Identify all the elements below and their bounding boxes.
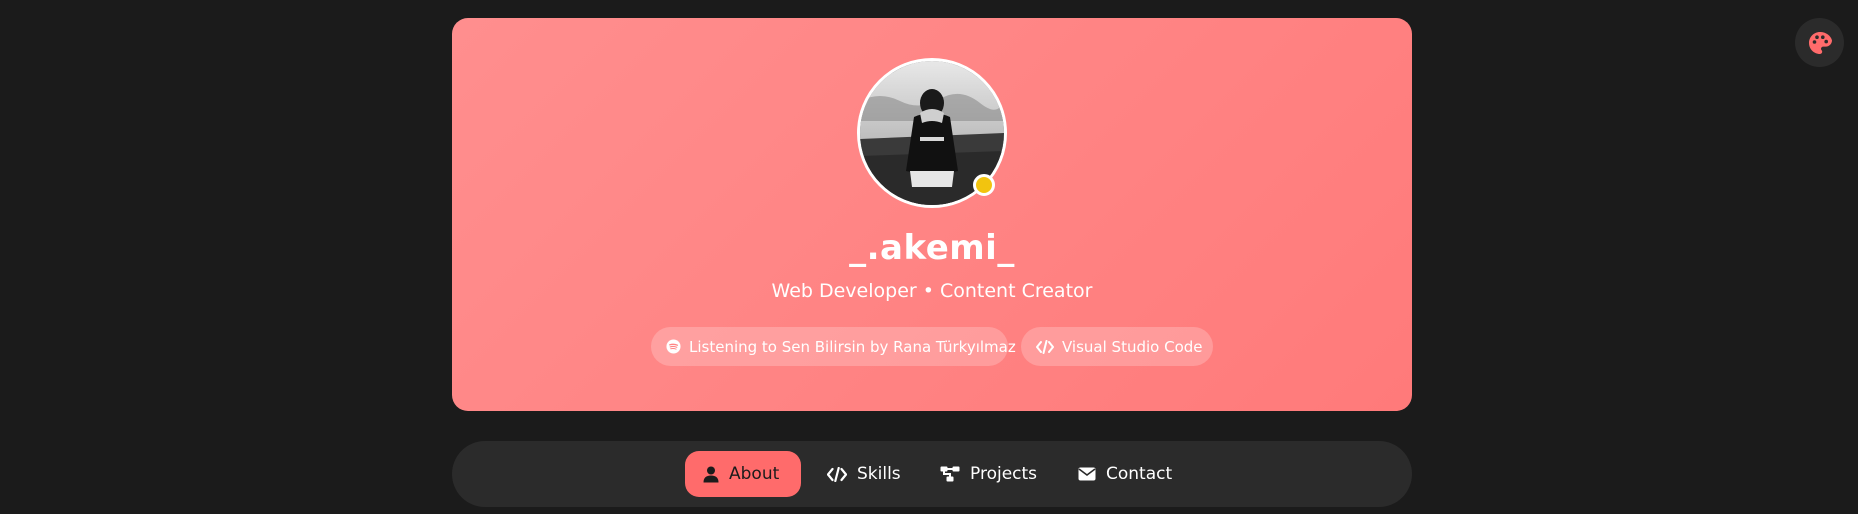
- spotify-activity-label: Listening to Sen Bilirsin by Rana Türkyı…: [689, 337, 1016, 356]
- avatar-container: [857, 58, 1007, 208]
- nav-projects-label: Projects: [970, 464, 1038, 484]
- nav-contact-label: Contact: [1106, 464, 1173, 484]
- spotify-activity-pill[interactable]: Listening to Sen Bilirsin by Rana Türkyı…: [651, 327, 1016, 366]
- envelope-icon: [1078, 467, 1096, 481]
- tagline: Web Developer • Content Creator: [771, 280, 1093, 302]
- code-icon: [1036, 339, 1054, 354]
- spotify-icon: [666, 339, 681, 354]
- nav-projects[interactable]: Projects: [922, 451, 1052, 497]
- nav-skills-label: Skills: [857, 464, 901, 484]
- code-icon: [827, 466, 847, 482]
- nav-about[interactable]: About: [685, 451, 801, 497]
- profile-card: _.akemi_ Web Developer • Content Creator…: [452, 18, 1412, 411]
- sitemap-icon: [940, 466, 960, 482]
- nav-contact[interactable]: Contact: [1060, 451, 1210, 497]
- nav-skills[interactable]: Skills: [809, 451, 909, 497]
- username: _.akemi_: [849, 228, 1015, 268]
- section-nav: About Skills Projects Contact: [452, 441, 1412, 507]
- nav-about-label: About: [729, 464, 780, 484]
- status-indicator: [973, 174, 995, 196]
- user-icon: [703, 466, 719, 483]
- theme-toggle-button[interactable]: [1795, 18, 1844, 67]
- vscode-activity-label: Visual Studio Code: [1062, 337, 1203, 356]
- palette-icon: [1807, 30, 1833, 56]
- vscode-activity-pill[interactable]: Visual Studio Code: [1021, 327, 1213, 366]
